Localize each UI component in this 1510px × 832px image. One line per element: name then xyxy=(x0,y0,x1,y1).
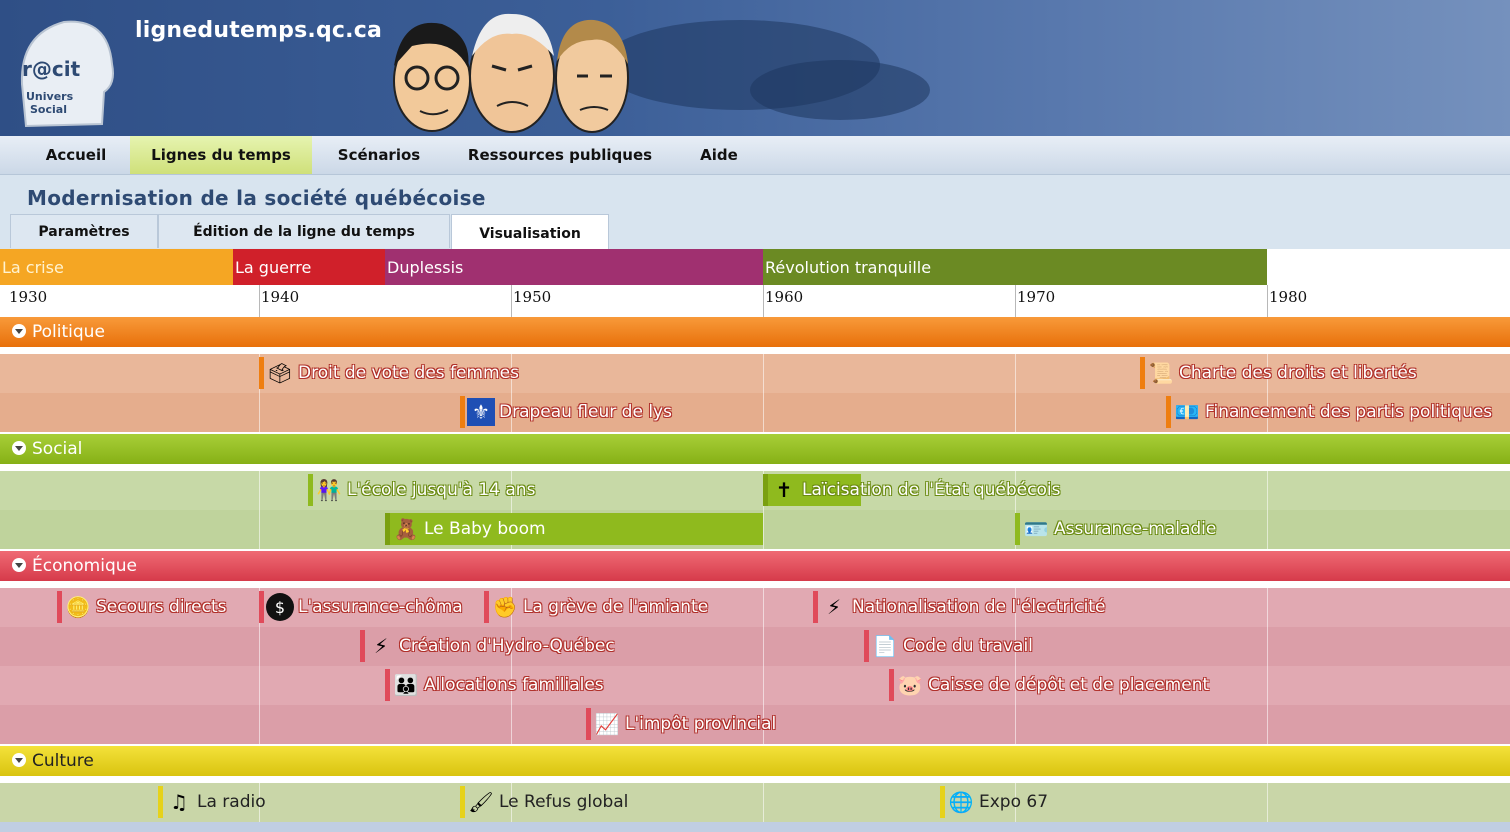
collapse-arrow-icon[interactable] xyxy=(12,558,26,572)
category-label: Culture xyxy=(32,751,94,771)
event-financement-partis[interactable]: 💶 Financement des partis politiques xyxy=(1166,396,1492,428)
site-banner: r@cit Univers Social lignedutemps.qc.ca xyxy=(0,0,1510,136)
event-impot-provincial[interactable]: 📈 L'impôt provincial xyxy=(586,708,776,740)
health-card-icon: 🪪 xyxy=(1023,517,1049,541)
page-title: Modernisation de la société québécoise xyxy=(27,186,486,210)
category-label: Politique xyxy=(32,322,105,342)
cross-icon: ✝ xyxy=(775,478,793,502)
event-expo-67[interactable]: 🌐 Expo 67 xyxy=(940,786,1048,818)
year-tick xyxy=(1267,285,1268,317)
dollar-coin-icon: $ xyxy=(266,593,294,621)
period-duplessis[interactable]: Duplessis xyxy=(385,249,763,285)
children-icon: 👫 xyxy=(316,478,342,502)
menu-lignes-du-temps[interactable]: Lignes du temps xyxy=(130,136,312,174)
year-tick xyxy=(259,285,260,317)
year-label: 1950 xyxy=(513,288,552,306)
piggy-bank-icon: 🐷 xyxy=(897,673,923,697)
document-icon: 📄 xyxy=(872,634,898,658)
collapse-arrow-icon[interactable] xyxy=(12,753,26,767)
event-nationalisation-electricite[interactable]: ⚡ Nationalisation de l'électricité xyxy=(813,591,1105,623)
event-baby-boom[interactable]: 🧸 Le Baby boom xyxy=(385,513,763,545)
lightning-icon: ⚡ xyxy=(826,595,842,619)
map-shape xyxy=(750,60,930,120)
year-label: 1960 xyxy=(765,288,804,306)
globe-icon: 🌐 xyxy=(948,790,974,814)
menu-accueil[interactable]: Accueil xyxy=(30,136,122,174)
category-label: Économique xyxy=(32,556,137,576)
strike-sign-icon: ✊ xyxy=(492,595,518,619)
event-caisse-de-depot[interactable]: 🐷 Caisse de dépôt et de placement xyxy=(889,669,1209,701)
tax-chart-icon: 📈 xyxy=(594,712,620,736)
year-tick xyxy=(1015,285,1016,317)
year-scale: 1930 1940 1950 1960 1970 1980 xyxy=(0,285,1510,317)
scroll-icon: 📜 xyxy=(1148,361,1174,385)
collapse-arrow-icon[interactable] xyxy=(12,324,26,338)
event-greve-de-l-amiante[interactable]: ✊ La grève de l'amiante xyxy=(484,591,708,623)
svg-text:r@cit: r@cit xyxy=(22,57,81,81)
social-row xyxy=(0,471,1510,510)
year-label: 1940 xyxy=(261,288,300,306)
tab-visualisation[interactable]: Visualisation xyxy=(451,214,609,250)
period-la-guerre[interactable]: La guerre xyxy=(233,249,385,285)
event-charte-des-droits[interactable]: 📜 Charte des droits et libertés xyxy=(1140,357,1417,389)
event-la-radio[interactable]: ♫ La radio xyxy=(158,786,266,818)
timeline-visualisation: La crise La guerre Duplessis Révolution … xyxy=(0,249,1510,832)
event-droit-de-vote-des-femmes[interactable]: 🗳 Droit de vote des femmes xyxy=(259,357,519,389)
event-assurance-chomage[interactable]: $ L'assurance-chôma xyxy=(259,591,463,623)
economique-row xyxy=(0,588,1510,627)
lightning-icon: ⚡ xyxy=(373,634,389,658)
year-label: 1930 xyxy=(9,288,48,306)
culture-row xyxy=(0,822,1510,832)
event-laicisation[interactable]: ✝ Laïcisation de l'État québécois xyxy=(763,474,1061,506)
event-assurance-maladie[interactable]: 🪪 Assurance-maladie xyxy=(1015,513,1216,545)
event-creation-hydro-quebec[interactable]: ⚡ Création d'Hydro-Québec xyxy=(360,630,615,662)
year-label: 1980 xyxy=(1269,288,1308,306)
menu-scenarios[interactable]: Scénarios xyxy=(320,136,438,174)
menu-ressources-publiques[interactable]: Ressources publiques xyxy=(450,136,670,174)
economique-row xyxy=(0,666,1510,705)
event-refus-global[interactable]: 🖌 Le Refus global xyxy=(460,786,628,818)
category-economique[interactable]: Économique xyxy=(0,551,1510,581)
economique-row xyxy=(0,627,1510,666)
coins-icon: 🪙 xyxy=(65,595,91,619)
recit-logo[interactable]: r@cit Univers Social xyxy=(12,14,120,132)
period-revolution-tranquille[interactable]: Révolution tranquille xyxy=(763,249,1267,285)
event-code-du-travail[interactable]: 📄 Code du travail xyxy=(864,630,1033,662)
year-label: 1970 xyxy=(1017,288,1056,306)
category-culture[interactable]: Culture xyxy=(0,746,1510,776)
category-label: Social xyxy=(32,439,83,459)
event-secours-directs[interactable]: 🪙 Secours directs xyxy=(57,591,226,623)
year-tick xyxy=(763,285,764,317)
historical-faces-illustration xyxy=(372,6,642,136)
event-allocations-familiales[interactable]: 👪 Allocations familiales xyxy=(385,669,604,701)
category-politique[interactable]: Politique xyxy=(0,317,1510,347)
svg-text:Social: Social xyxy=(30,103,67,116)
main-menu: Accueil Lignes du temps Scénarios Ressou… xyxy=(0,136,1510,175)
teddy-bear-icon: 🧸 xyxy=(393,517,419,541)
tab-edition[interactable]: Édition de la ligne du temps xyxy=(158,214,450,248)
quebec-flag-icon: ⚜ xyxy=(467,398,495,426)
year-tick xyxy=(511,285,512,317)
category-social[interactable]: Social xyxy=(0,434,1510,464)
svg-text:Univers: Univers xyxy=(26,90,74,103)
family-icon: 👪 xyxy=(393,673,419,697)
ballot-box-icon: 🗳 xyxy=(267,361,293,385)
money-icon: 💶 xyxy=(1174,400,1200,424)
collapse-arrow-icon[interactable] xyxy=(12,441,26,455)
music-note-icon: ♫ xyxy=(170,790,188,814)
event-ecole-jusqu-a-14-ans[interactable]: 👫 L'école jusqu'à 14 ans xyxy=(308,474,535,506)
site-title[interactable]: lignedutemps.qc.ca xyxy=(135,18,382,43)
period-la-crise[interactable]: La crise xyxy=(0,249,233,285)
tab-parametres[interactable]: Paramètres xyxy=(10,214,158,248)
event-drapeau-fleur-de-lys[interactable]: ⚜ Drapeau fleur de lys xyxy=(460,396,672,428)
menu-aide[interactable]: Aide xyxy=(680,136,758,174)
paintbrush-icon: 🖌 xyxy=(468,790,494,814)
